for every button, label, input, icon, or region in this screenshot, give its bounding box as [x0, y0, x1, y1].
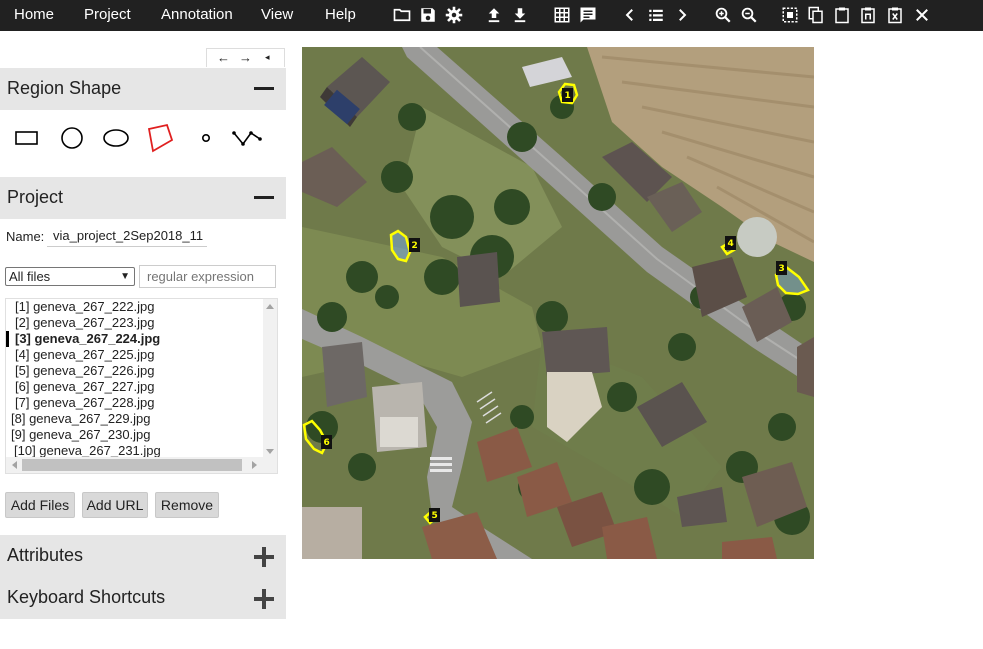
panel-left-arrow[interactable]: ← [217, 50, 230, 65]
panel-collapse-arrow[interactable]: ◂ [265, 52, 270, 63]
keyboard-shortcuts-title: Keyboard Shortcuts [7, 587, 166, 607]
file-list-item[interactable]: [2] geneva_267_223.jpg [15, 315, 155, 331]
scroll-thumb[interactable] [22, 459, 242, 471]
add-url-button[interactable]: Add URL [82, 492, 148, 518]
region-label-2: 2 [409, 238, 420, 252]
svg-text:4: 4 [728, 239, 734, 249]
svg-text:6: 6 [324, 438, 330, 448]
settings-icon[interactable] [444, 5, 464, 25]
menu-help[interactable]: Help [325, 6, 356, 24]
file-list-item[interactable]: [9] geneva_267_230.jpg [11, 427, 151, 443]
aerial-image[interactable]: 1 2 3 4 5 6 [302, 47, 814, 559]
remove-button[interactable]: Remove [155, 492, 219, 518]
download-icon[interactable] [510, 5, 530, 25]
scroll-up-icon[interactable] [266, 304, 274, 309]
scroll-right-icon[interactable] [252, 461, 257, 469]
keyboard-shortcuts-header[interactable]: Keyboard Shortcuts [0, 577, 286, 619]
upload-icon[interactable] [484, 5, 504, 25]
next-image-icon[interactable] [672, 5, 692, 25]
file-filter-value: All files [9, 269, 51, 284]
project-header[interactable]: Project [0, 177, 286, 219]
shape-circle[interactable] [55, 125, 89, 151]
panel-right-arrow[interactable]: → [239, 50, 252, 65]
scroll-down-icon[interactable] [266, 449, 274, 454]
menu-view[interactable]: View [261, 6, 293, 24]
expand-icon[interactable] [254, 547, 274, 567]
menu-project[interactable]: Project [84, 6, 131, 24]
copy-icon[interactable] [806, 5, 826, 25]
menu-home[interactable]: Home [14, 6, 54, 24]
region-label-1: 1 [562, 88, 573, 102]
save-icon[interactable] [418, 5, 438, 25]
file-filter-select[interactable]: All files ▼ [5, 267, 135, 286]
shape-point[interactable] [189, 125, 223, 151]
file-list-item[interactable]: [7] geneva_267_228.jpg [15, 395, 155, 411]
file-list-item[interactable]: [8] geneva_267_229.jpg [11, 411, 151, 427]
file-list-item[interactable]: [1] geneva_267_222.jpg [15, 299, 155, 315]
region-label-3: 3 [776, 261, 787, 275]
shape-rectangle[interactable] [10, 125, 44, 151]
svg-text:5: 5 [432, 511, 438, 521]
collapse-icon[interactable] [254, 196, 274, 199]
file-list[interactable]: [1] geneva_267_222.jpg [2] geneva_267_22… [5, 298, 278, 474]
close-icon[interactable] [912, 5, 932, 25]
regex-filter-input[interactable] [139, 265, 276, 288]
file-list-item-active[interactable]: [3] geneva_267_224.jpg [6, 331, 160, 347]
zoom-out-icon[interactable] [739, 5, 759, 25]
region-shape-header[interactable]: Region Shape [0, 68, 286, 110]
region-shape-title: Region Shape [7, 78, 122, 98]
image-canvas[interactable]: 1 2 3 4 5 6 [302, 47, 814, 559]
scroll-left-icon[interactable] [12, 461, 17, 469]
add-files-button[interactable]: Add Files [5, 492, 75, 518]
grid-view-icon[interactable] [552, 5, 572, 25]
shape-ellipse[interactable] [99, 125, 133, 151]
region-label-5: 5 [429, 508, 440, 522]
region-label-4: 4 [725, 236, 736, 250]
svg-text:2: 2 [412, 241, 418, 251]
project-title: Project [7, 187, 64, 207]
zoom-in-icon[interactable] [713, 5, 733, 25]
svg-text:3: 3 [779, 264, 785, 274]
prev-image-icon[interactable] [620, 5, 640, 25]
shape-polygon[interactable] [143, 123, 177, 153]
menu-annotation[interactable]: Annotation [161, 6, 233, 24]
folder-open-icon[interactable] [392, 5, 412, 25]
left-panel: ← → ◂ Region Shape Project Name: All fil… [0, 31, 286, 621]
svg-text:1: 1 [565, 91, 571, 101]
file-list-horizontal-scrollbar[interactable] [6, 457, 277, 473]
panel-nav: ← → ◂ [206, 48, 285, 67]
attributes-header[interactable]: Attributes [0, 535, 286, 577]
select-all-icon[interactable] [780, 5, 800, 25]
file-list-item[interactable]: [5] geneva_267_226.jpg [15, 363, 155, 379]
paste-icon[interactable] [832, 5, 852, 25]
expand-icon[interactable] [254, 589, 274, 609]
file-list-item[interactable]: [4] geneva_267_225.jpg [15, 347, 155, 363]
project-name-label: Name: [6, 229, 45, 244]
delete-region-icon[interactable] [885, 5, 905, 25]
file-list-item[interactable]: [6] geneva_267_227.jpg [15, 379, 155, 395]
top-menu-bar: Home Project Annotation View Help [0, 0, 983, 31]
shape-polyline[interactable] [230, 125, 264, 151]
region-label-6: 6 [321, 435, 332, 449]
chevron-down-icon: ▼ [120, 271, 130, 282]
project-name-input[interactable] [47, 225, 207, 247]
file-list-vertical-scrollbar[interactable] [263, 299, 277, 459]
collapse-icon[interactable] [254, 87, 274, 90]
list-icon[interactable] [646, 5, 666, 25]
comment-icon[interactable] [578, 5, 598, 25]
attributes-title: Attributes [7, 545, 84, 565]
paste-nth-icon[interactable] [858, 5, 878, 25]
